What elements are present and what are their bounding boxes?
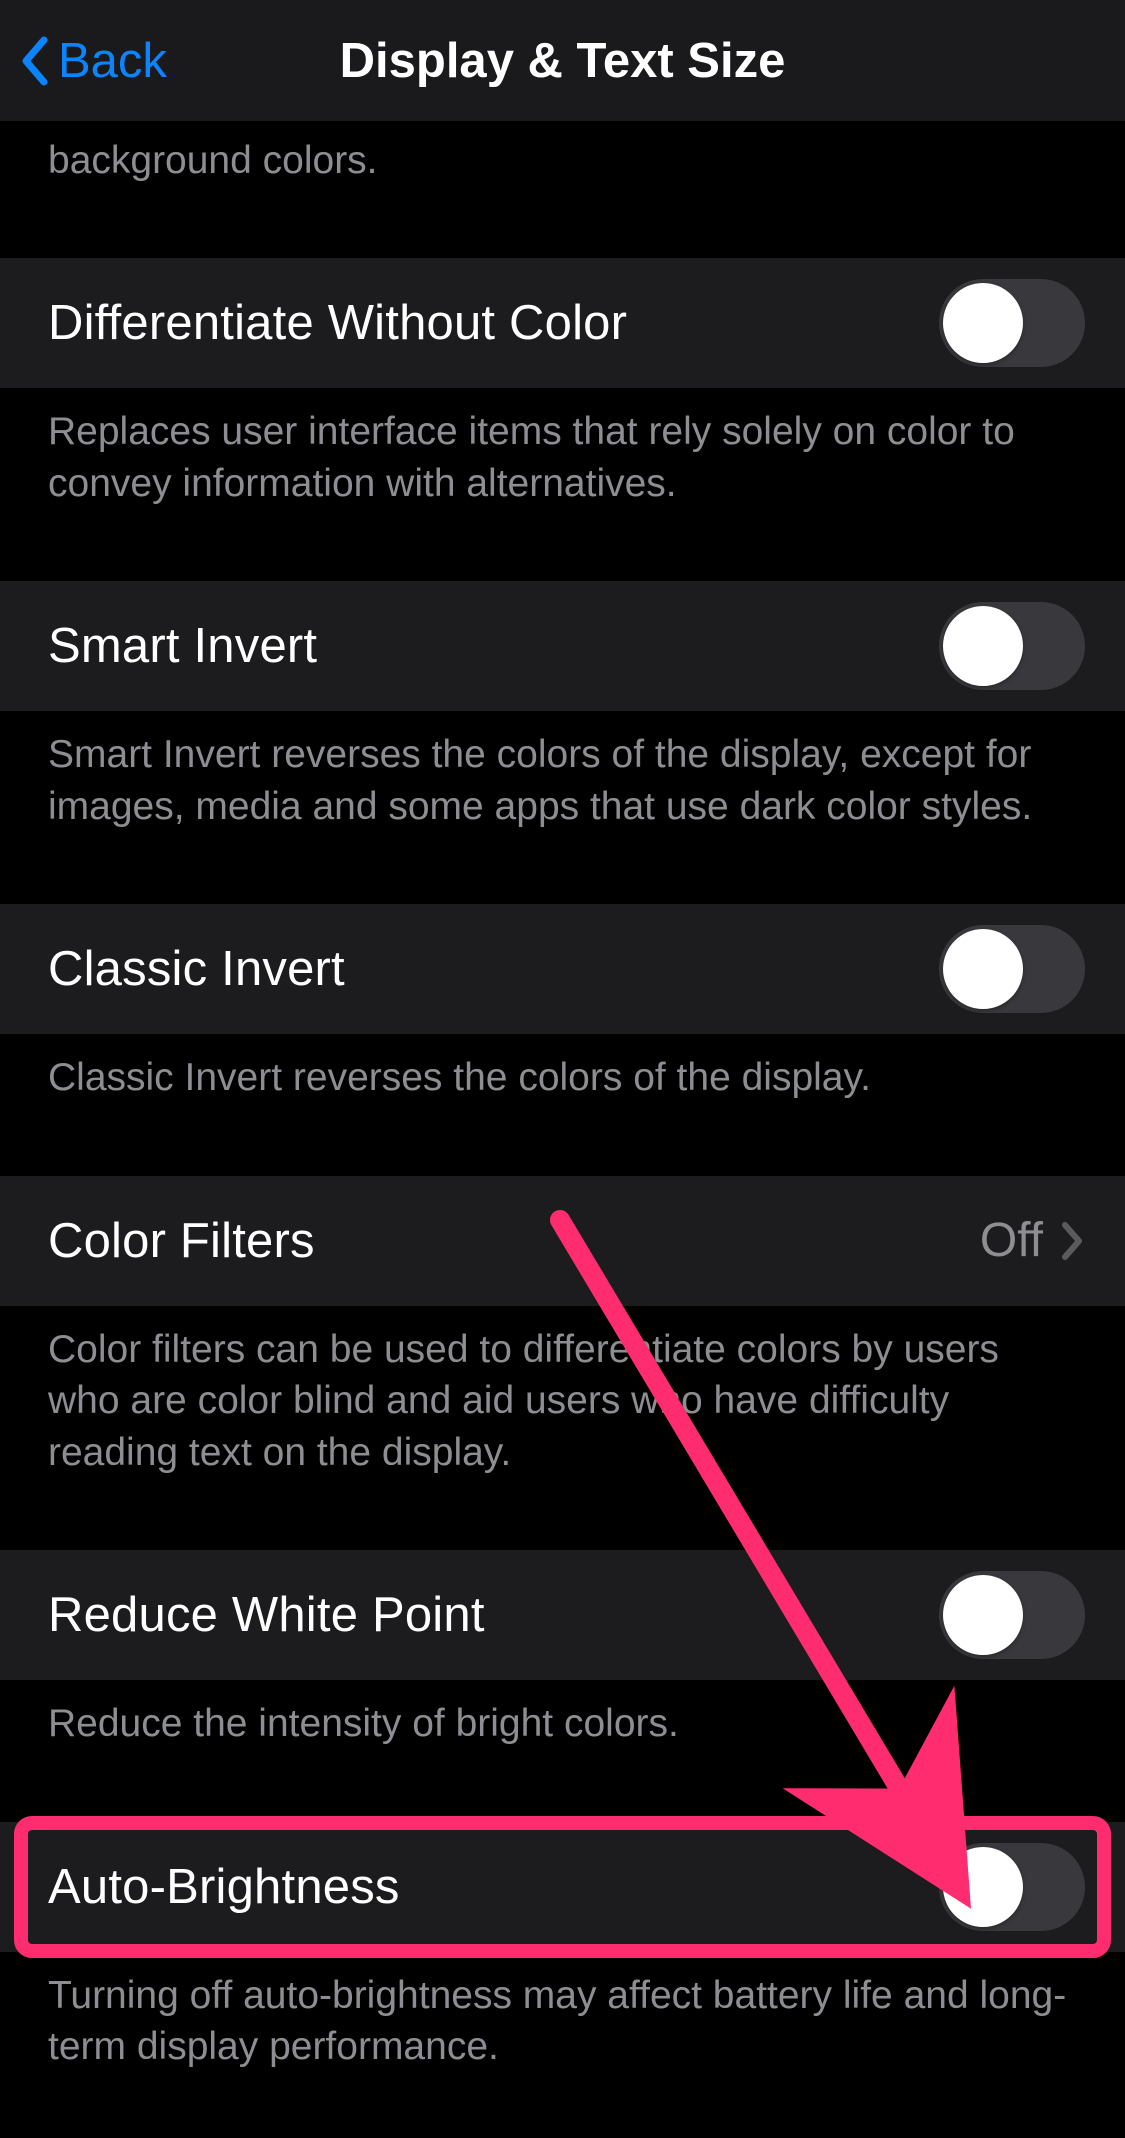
row-color-filters-label: Color Filters xyxy=(48,1213,980,1269)
row-smart-invert-label: Smart Invert xyxy=(48,618,939,674)
chevron-left-icon xyxy=(20,36,50,86)
toggle-auto-brightness[interactable] xyxy=(939,1843,1085,1931)
row-reduce-white-point-label: Reduce White Point xyxy=(48,1587,939,1643)
row-reduce-white-point-footer: Reduce the intensity of bright colors. xyxy=(0,1680,1125,1821)
toggle-reduce-white-point[interactable] xyxy=(939,1571,1085,1659)
row-color-filters[interactable]: Color Filters Off xyxy=(0,1176,1125,1306)
back-button[interactable]: Back xyxy=(20,0,167,121)
row-differentiate-footer: Replaces user interface items that rely … xyxy=(0,388,1125,581)
row-color-filters-footer: Color filters can be used to differentia… xyxy=(0,1306,1125,1550)
row-classic-invert: Classic Invert xyxy=(0,904,1125,1034)
highlight-auto-brightness: Auto-Brightness xyxy=(0,1822,1125,1952)
settings-content: background colors. Differentiate Without… xyxy=(0,121,1125,2103)
row-differentiate: Differentiate Without Color xyxy=(0,258,1125,388)
row-classic-invert-footer: Classic Invert reverses the colors of th… xyxy=(0,1034,1125,1175)
row-auto-brightness-footer: Turning off auto-brightness may affect b… xyxy=(0,1952,1125,2103)
row-color-filters-value: Off xyxy=(980,1213,1043,1268)
chevron-right-icon xyxy=(1061,1221,1085,1261)
navbar: Back Display & Text Size xyxy=(0,0,1125,121)
toggle-classic-invert[interactable] xyxy=(939,925,1085,1013)
toggle-smart-invert[interactable] xyxy=(939,602,1085,690)
toggle-differentiate[interactable] xyxy=(939,279,1085,367)
partial-footer-top: background colors. xyxy=(0,121,1125,258)
row-auto-brightness-label: Auto-Brightness xyxy=(48,1859,939,1915)
row-smart-invert-footer: Smart Invert reverses the colors of the … xyxy=(0,711,1125,904)
row-reduce-white-point: Reduce White Point xyxy=(0,1550,1125,1680)
row-classic-invert-label: Classic Invert xyxy=(48,941,939,997)
back-label: Back xyxy=(58,33,167,89)
row-differentiate-label: Differentiate Without Color xyxy=(48,295,939,351)
row-smart-invert: Smart Invert xyxy=(0,581,1125,711)
row-auto-brightness: Auto-Brightness xyxy=(0,1822,1125,1952)
page-title: Display & Text Size xyxy=(340,33,786,89)
